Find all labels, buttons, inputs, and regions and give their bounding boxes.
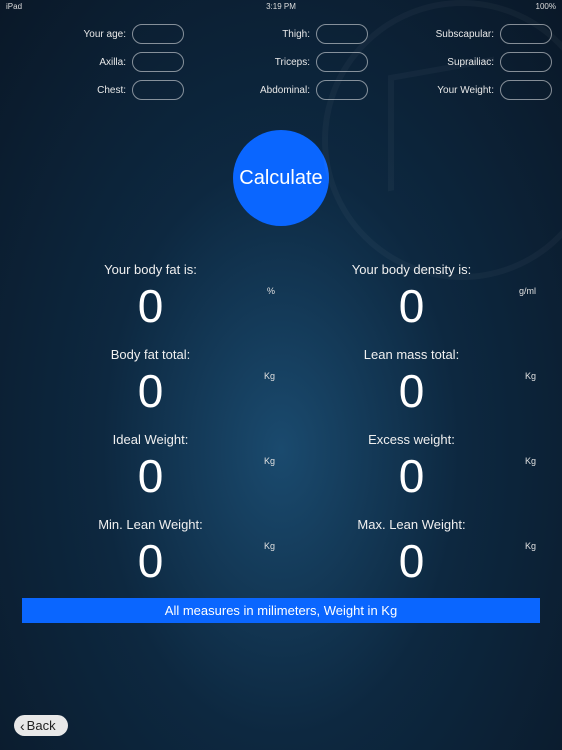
result-unit: Kg [525,371,536,381]
input-label: Suprailiac: [447,57,494,68]
result-label: Ideal Weight: [20,432,281,447]
result-ideal-weight: Ideal Weight: 0 Kg [20,426,281,503]
input-label: Subscapular: [436,29,494,40]
result-unit: g/ml [519,286,536,296]
result-value: 0 [20,368,281,414]
input-row-suprailiac: Suprailiac: [378,52,552,72]
calculate-button[interactable]: Calculate [233,130,329,226]
input-label: Chest: [97,85,126,96]
result-value: 0 [281,283,542,329]
weight-input[interactable] [500,80,552,100]
result-label: Lean mass total: [281,347,542,362]
result-value: 0 [281,453,542,499]
input-row-chest: Chest: [10,80,184,100]
input-row-abdominal: Abdominal: [194,80,368,100]
input-row-triceps: Triceps: [194,52,368,72]
input-label: Thigh: [282,29,310,40]
chevron-left-icon: ‹ [20,719,25,733]
input-row-subscapular: Subscapular: [378,24,552,44]
subscapular-input[interactable] [500,24,552,44]
axilla-input[interactable] [132,52,184,72]
result-value: 0 [281,538,542,584]
result-unit: Kg [264,456,275,466]
input-label: Axilla: [99,57,126,68]
input-label: Your age: [84,29,126,40]
result-unit: Kg [264,541,275,551]
result-value: 0 [20,283,281,329]
suprailiac-input[interactable] [500,52,552,72]
result-unit: Kg [525,456,536,466]
result-unit: Kg [264,371,275,381]
result-label: Min. Lean Weight: [20,517,281,532]
triceps-input[interactable] [316,52,368,72]
chest-input[interactable] [132,80,184,100]
result-label: Max. Lean Weight: [281,517,542,532]
result-body-fat-total: Body fat total: 0 Kg [20,341,281,418]
age-input[interactable] [132,24,184,44]
input-label: Triceps: [275,57,310,68]
result-value: 0 [20,538,281,584]
result-label: Body fat total: [20,347,281,362]
result-excess-weight: Excess weight: 0 Kg [281,426,542,503]
footer-note: All measures in milimeters, Weight in Kg [22,598,540,623]
thigh-input[interactable] [316,24,368,44]
input-label: Abdominal: [260,85,310,96]
result-label: Your body fat is: [20,262,281,277]
result-body-density: Your body density is: 0 g/ml [281,256,542,333]
status-bar: iPad 3:19 PM 100% [0,0,562,12]
input-row-axilla: Axilla: [10,52,184,72]
status-battery: 100% [536,2,556,11]
inputs-grid: Your age: Thigh: Subscapular: Axilla: Tr… [0,12,562,108]
status-time: 3:19 PM [266,2,296,11]
result-body-fat: Your body fat is: 0 % [20,256,281,333]
input-row-weight: Your Weight: [378,80,552,100]
results-grid: Your body fat is: 0 % Your body density … [0,256,562,588]
input-label: Your Weight: [437,85,494,96]
result-value: 0 [20,453,281,499]
result-value: 0 [281,368,542,414]
result-min-lean-weight: Min. Lean Weight: 0 Kg [20,511,281,588]
abdominal-input[interactable] [316,80,368,100]
back-button[interactable]: ‹ Back [14,715,68,736]
back-label: Back [27,718,56,733]
calculate-label: Calculate [239,167,322,190]
result-label: Excess weight: [281,432,542,447]
result-unit: % [267,286,275,296]
input-row-thigh: Thigh: [194,24,368,44]
result-max-lean-weight: Max. Lean Weight: 0 Kg [281,511,542,588]
result-unit: Kg [525,541,536,551]
result-label: Your body density is: [281,262,542,277]
status-carrier: iPad [6,2,22,11]
input-row-age: Your age: [10,24,184,44]
result-lean-mass-total: Lean mass total: 0 Kg [281,341,542,418]
